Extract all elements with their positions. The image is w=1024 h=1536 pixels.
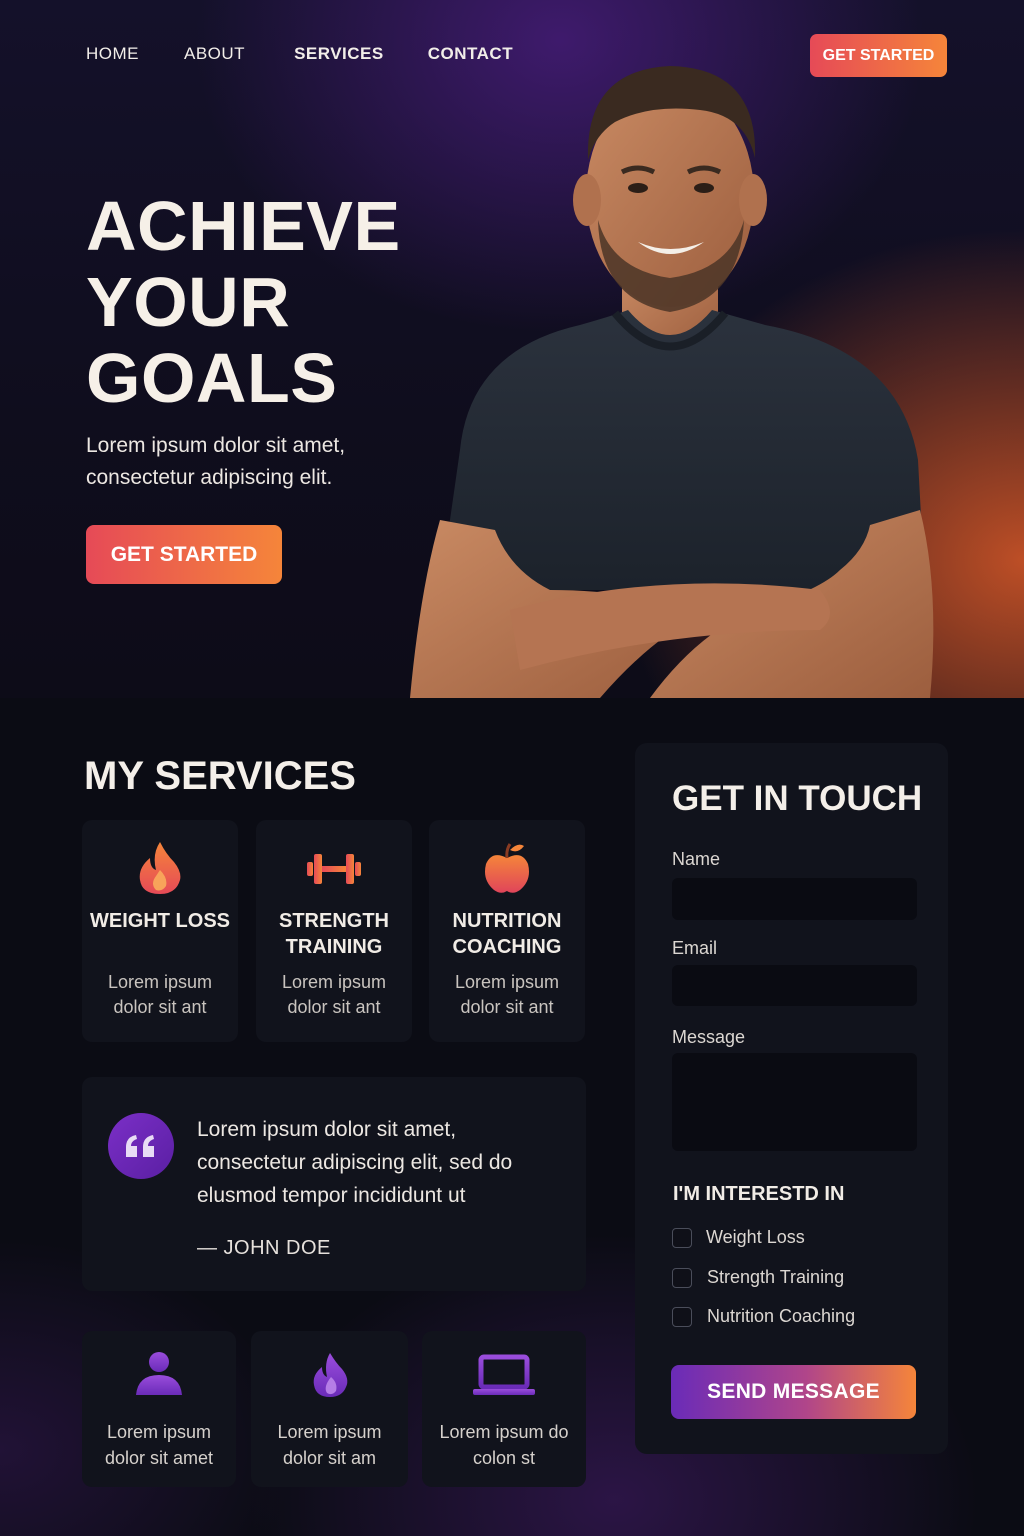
- hero-title-line: ACHIEVE: [86, 187, 401, 265]
- service-description: Lorem ipsum dolor sit ant: [281, 972, 387, 1017]
- checkbox-label: Nutrition Coaching: [707, 1306, 856, 1326]
- checkbox[interactable]: [672, 1306, 692, 1327]
- service-card-nutrition-coaching[interactable]: NUTRITION COACHING Lorem ipsum dolor sit…: [429, 820, 585, 1042]
- hero-subtitle: Lorem ipsum dolor sit amet, consectetur …: [86, 434, 346, 489]
- service-name: STRENGTH TRAINING: [279, 910, 389, 958]
- service-card-strength-training[interactable]: STRENGTH TRAINING Lorem ipsum dolor sit …: [256, 820, 412, 1042]
- nav-about-link[interactable]: ABOUT: [184, 44, 245, 64]
- checkbox[interactable]: [672, 1267, 692, 1288]
- service-name: WEIGHT LOSS: [90, 910, 230, 932]
- feature-description: Lorem ipsum dolor sit am: [277, 1422, 382, 1468]
- hero-title-line: YOUR: [86, 263, 291, 341]
- dumbbell-icon: [256, 840, 412, 896]
- message-field[interactable]: [672, 1053, 917, 1151]
- feature-description: Lorem ipsum dolor sit amet: [104, 1422, 214, 1468]
- flame-icon: [251, 1351, 408, 1399]
- testimonial-text: Lorem ipsum dolor sit amet, consectetur …: [197, 1118, 513, 1207]
- hero-get-started-button[interactable]: GET STARTED: [86, 525, 282, 584]
- contact-form: GET IN TOUCH Name Email Message I'M INTE…: [635, 743, 948, 1454]
- service-card-weight-loss[interactable]: WEIGHT LOSS Lorem ipsum dolor sit ant: [82, 820, 238, 1042]
- feature-card[interactable]: Lorem ipsum do colon st: [422, 1331, 586, 1487]
- service-description: Lorem ipsum dolor sit ant: [454, 972, 560, 1017]
- laptop-icon: [422, 1351, 586, 1399]
- nav-home-link[interactable]: HOME: [86, 44, 139, 64]
- checkbox-label: Strength Training: [707, 1267, 845, 1287]
- checkbox[interactable]: [672, 1227, 692, 1248]
- person-icon: [82, 1351, 236, 1399]
- feature-card[interactable]: Lorem ipsum dolor sit amet: [82, 1331, 236, 1487]
- send-message-button[interactable]: SEND MESSAGE: [671, 1365, 916, 1419]
- name-field[interactable]: [672, 878, 917, 920]
- name-label: Name: [672, 849, 721, 869]
- hero-title-line: GOALS: [86, 339, 338, 417]
- email-field[interactable]: [672, 965, 917, 1006]
- hero-title: ACHIEVE YOUR GOALS: [86, 188, 446, 416]
- quote-icon: [108, 1113, 174, 1179]
- email-label: Email: [672, 938, 718, 958]
- feature-description: Lorem ipsum do colon st: [439, 1422, 569, 1468]
- contact-title: GET IN TOUCH: [672, 779, 923, 818]
- checkbox-label: Weight Loss: [706, 1227, 805, 1247]
- testimonial-author: — JOHN DOE: [197, 1237, 331, 1259]
- interest-option-strength-training[interactable]: Strength Training: [672, 1267, 844, 1288]
- interest-option-weight-loss[interactable]: Weight Loss: [672, 1227, 805, 1248]
- service-name: NUTRITION COACHING: [452, 910, 562, 958]
- service-description: Lorem ipsum dolor sit ant: [107, 972, 213, 1017]
- interest-option-nutrition-coaching[interactable]: Nutrition Coaching: [672, 1306, 855, 1327]
- message-label: Message: [672, 1027, 746, 1047]
- apple-icon: [429, 840, 585, 896]
- trainer-portrait: [410, 66, 934, 698]
- services-title: MY SERVICES: [84, 754, 356, 798]
- flame-icon: [82, 840, 238, 896]
- testimonial-card: Lorem ipsum dolor sit amet, consectetur …: [82, 1077, 586, 1291]
- hero-section: HOME ABOUT SERVICES CONTACT GET STARTED …: [0, 0, 1024, 698]
- landing-page: HOME ABOUT SERVICES CONTACT GET STARTED …: [0, 0, 1024, 1536]
- feature-card[interactable]: Lorem ipsum dolor sit am: [251, 1331, 408, 1487]
- interest-title: I'M INTERESTD IN: [673, 1183, 845, 1205]
- nav-services-link[interactable]: SERVICES: [294, 44, 384, 64]
